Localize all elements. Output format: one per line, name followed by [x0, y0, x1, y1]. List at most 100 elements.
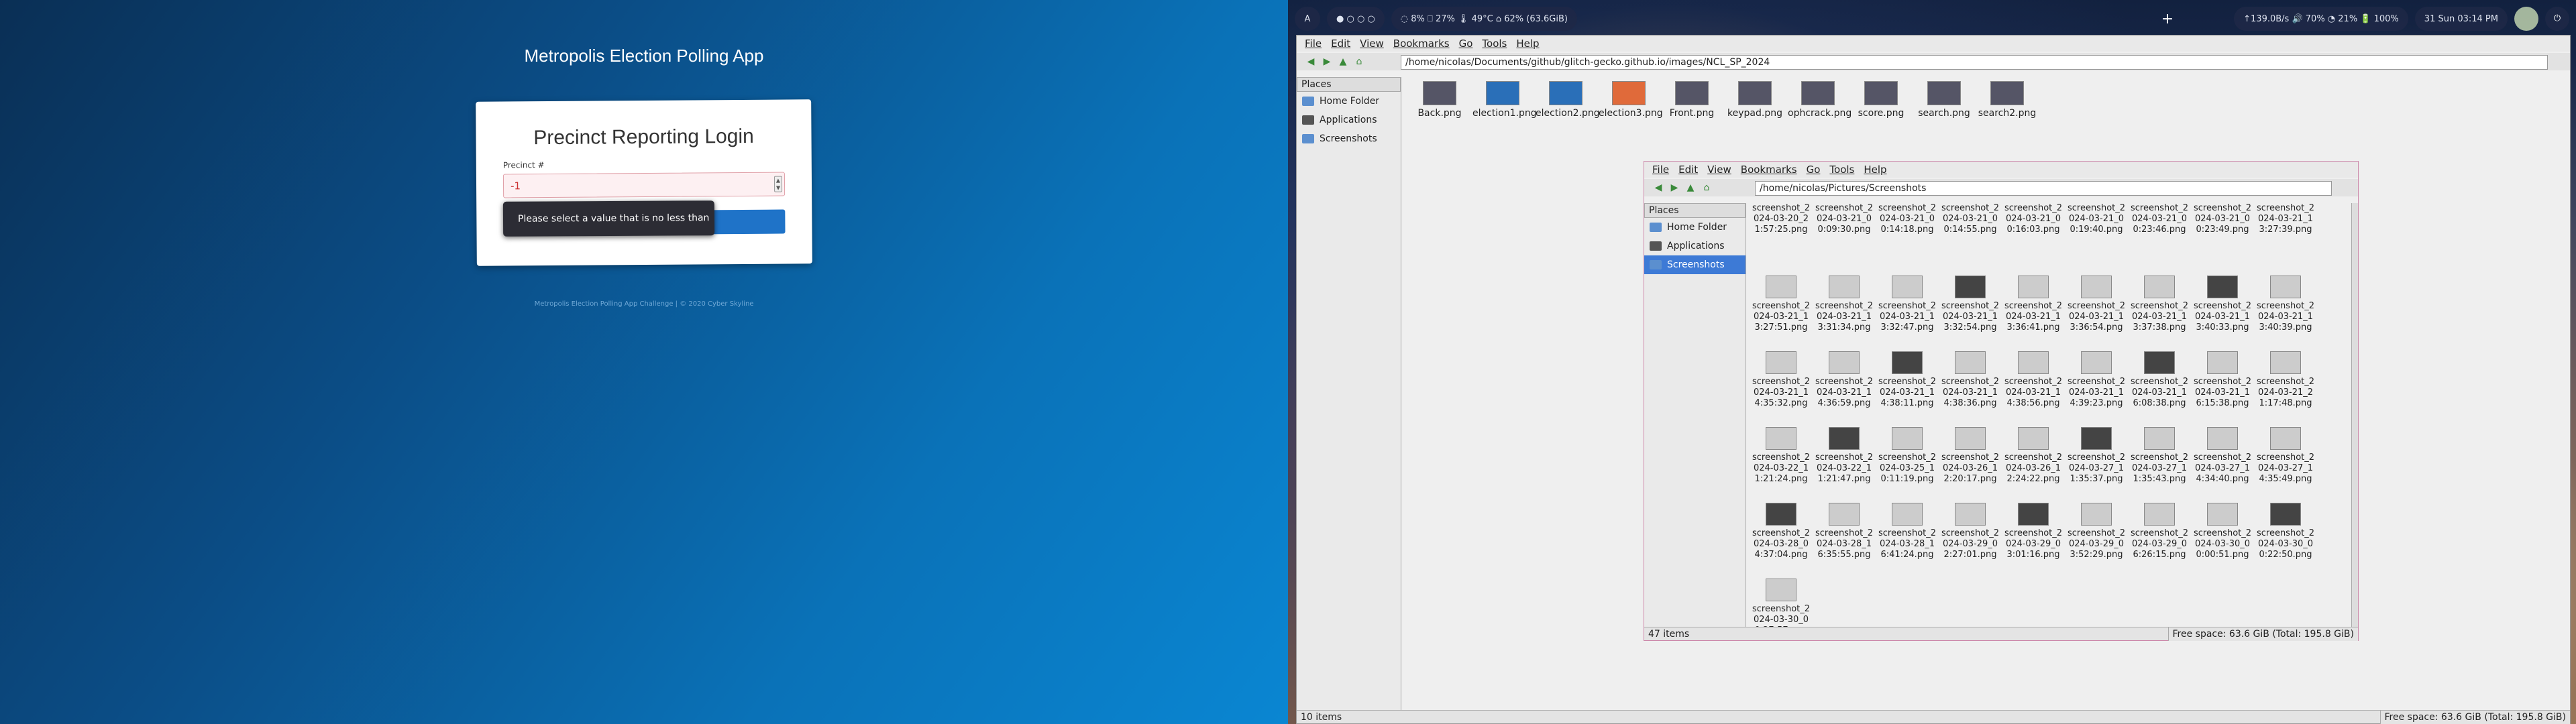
file-item[interactable]: screenshot_2 024-03-22_1 1:21:47.png	[1813, 427, 1875, 485]
sidebar-item-home[interactable]: Home Folder	[1297, 92, 1401, 111]
file-item[interactable]: screenshot_2 024-03-27_1 1:35:43.png	[2129, 427, 2190, 485]
file-item[interactable]: screenshot_2 024-03-21_1 4:38:56.png	[2002, 351, 2064, 409]
file-item[interactable]: screenshot_2 024-03-29_0 2:27:01.png	[1939, 503, 2001, 560]
spinner-icon[interactable]: ▲ ▼	[773, 176, 783, 192]
sidebar-item-screenshots[interactable]: Screenshots	[1644, 255, 1746, 274]
file-item[interactable]: screenshot_2 024-03-28_0 4:37:04.png	[1750, 503, 1812, 560]
back-icon[interactable]: ◀	[1652, 182, 1664, 194]
add-icon[interactable]: +	[2161, 11, 2174, 27]
file-item[interactable]: screenshot_2 024-03-21_1 6:08:38.png	[2129, 351, 2190, 409]
file-item[interactable]: screenshot_2 024-03-29_0 3:52:29.png	[2065, 503, 2127, 560]
file-item[interactable]: screenshot_2 024-03-21_1 4:38:11.png	[1876, 351, 1938, 409]
forward-icon[interactable]: ▶	[1668, 182, 1680, 194]
menu-tools[interactable]: Tools	[1829, 164, 1854, 176]
menu-view[interactable]: View	[1360, 38, 1384, 50]
up-icon[interactable]: ▲	[1337, 56, 1349, 68]
sidebar-item-screenshots[interactable]: Screenshots	[1297, 129, 1401, 148]
file-item[interactable]: screenshot_2 024-03-21_1 3:36:54.png	[2065, 276, 2127, 333]
power-icon[interactable]: ⏻	[2545, 7, 2569, 31]
file-item[interactable]: screenshot_2 024-03-21_2 1:17:48.png	[2255, 351, 2316, 409]
file-item[interactable]: Front.png	[1662, 81, 1722, 119]
file-item[interactable]: search2.png	[1977, 81, 2037, 119]
file-item[interactable]: screenshot_2 024-03-21_1 3:40:39.png	[2255, 276, 2316, 333]
menu-bookmarks[interactable]: Bookmarks	[1393, 38, 1450, 50]
path-input[interactable]: /home/nicolas/Documents/github/glitch-ge…	[1401, 55, 2548, 70]
menu-edit[interactable]: Edit	[1678, 164, 1698, 176]
avatar[interactable]	[2514, 7, 2538, 31]
file-item[interactable]: keypad.png	[1725, 81, 1785, 119]
file-item[interactable]: screenshot_2 024-03-21_0 0:23:46.png	[2129, 203, 2190, 235]
file-item[interactable]: screenshot_2 024-03-27_1 4:34:40.png	[2192, 427, 2253, 485]
file-item[interactable]: screenshot_2 024-03-29_0 6:26:15.png	[2129, 503, 2190, 560]
file-item[interactable]: search.png	[1914, 81, 1974, 119]
file-item[interactable]: screenshot_2 024-03-21_1 3:37:38.png	[2129, 276, 2190, 333]
file-item[interactable]: screenshot_2 024-03-21_0 0:14:55.png	[1939, 203, 2001, 235]
file-item[interactable]: screenshot_2 024-03-21_1 3:36:41.png	[2002, 276, 2064, 333]
file-item[interactable]: screenshot_2 024-03-21_1 6:15:38.png	[2192, 351, 2253, 409]
file-item[interactable]: screenshot_2 024-03-21_1 3:27:39.png	[2255, 203, 2316, 235]
file-item[interactable]: screenshot_2 024-03-29_0 3:01:16.png	[2002, 503, 2064, 560]
status-bar: 10 items Free space: 63.6 GiB (Total: 19…	[1297, 710, 2570, 724]
places-header[interactable]: Places	[1644, 203, 1746, 218]
menu-go[interactable]: Go	[1459, 38, 1473, 50]
home-icon[interactable]: ⌂	[1353, 56, 1365, 68]
file-item[interactable]: screenshot_2 024-03-21_1 3:40:33.png	[2192, 276, 2253, 333]
menu-help[interactable]: Help	[1516, 38, 1539, 50]
precinct-input[interactable]: -1	[502, 172, 786, 198]
file-item[interactable]: screenshot_2 024-03-25_1 0:11:19.png	[1876, 427, 1938, 485]
menu-help[interactable]: Help	[1864, 164, 1886, 176]
sidebar-item-home[interactable]: Home Folder	[1644, 218, 1746, 237]
file-item[interactable]: screenshot_2 024-03-30_0 0:22:50.png	[2255, 503, 2316, 560]
file-item[interactable]: screenshot_2 024-03-21_0 0:14:18.png	[1876, 203, 1938, 235]
scrollbar[interactable]	[2351, 203, 2358, 627]
file-item[interactable]: screenshot_2 024-03-20_2 1:57:25.png	[1750, 203, 1812, 235]
file-item[interactable]: screenshot_2 024-03-28_1 6:35:55.png	[1813, 503, 1875, 560]
menu-file[interactable]: File	[1652, 164, 1669, 176]
file-item[interactable]: screenshot_2 024-03-26_1 2:20:17.png	[1939, 427, 2001, 485]
file-item[interactable]: screenshot_2 024-03-21_1 4:36:59.png	[1813, 351, 1875, 409]
home-icon[interactable]: ⌂	[1701, 182, 1713, 194]
file-item[interactable]: ophcrack.png	[1788, 81, 1851, 119]
file-item[interactable]: screenshot_2 024-03-27_1 4:35:49.png	[2255, 427, 2316, 485]
file-item[interactable]: screenshot_2 024-03-21_1 3:27:51.png	[1750, 276, 1812, 333]
menu-bookmarks[interactable]: Bookmarks	[1741, 164, 1797, 176]
sidebar-item-applications[interactable]: Applications	[1644, 237, 1746, 255]
file-item[interactable]: Back.png	[1409, 81, 1470, 119]
menu-file[interactable]: File	[1305, 38, 1322, 50]
file-name-line: 3:52:29.png	[2070, 550, 2123, 560]
file-item[interactable]: election1.png	[1472, 81, 1537, 119]
file-item[interactable]: screenshot_2 024-03-21_0 0:23:49.png	[2192, 203, 2253, 235]
file-item[interactable]: election2.png	[1536, 81, 1600, 119]
file-item[interactable]: screenshot_2 024-03-21_1 4:35:32.png	[1750, 351, 1812, 409]
launcher-icon[interactable]: A	[1295, 7, 1320, 31]
file-item[interactable]: screenshot_2 024-03-21_1 3:31:34.png	[1813, 276, 1875, 333]
path-input[interactable]: /home/nicolas/Pictures/Screenshots	[1755, 181, 2332, 196]
image-icon	[1829, 276, 1860, 298]
menu-tools[interactable]: Tools	[1482, 38, 1507, 50]
file-item[interactable]: screenshot_2 024-03-26_1 2:24:22.png	[2002, 427, 2064, 485]
menu-go[interactable]: Go	[1807, 164, 1821, 176]
file-item[interactable]: screenshot_2 024-03-21_1 4:39:23.png	[2065, 351, 2127, 409]
file-item[interactable]: screenshot_2 024-03-21_1 3:32:54.png	[1939, 276, 2001, 333]
file-item[interactable]: screenshot_2 024-03-30_0 0:00:51.png	[2192, 503, 2253, 560]
up-icon[interactable]: ▲	[1684, 182, 1697, 194]
file-item[interactable]: screenshot_2 024-03-27_1 1:35:37.png	[2065, 427, 2127, 485]
file-item[interactable]: screenshot_2 024-03-21_0 0:09:30.png	[1813, 203, 1875, 235]
workspace-dots[interactable]: ● ○ ○ ○	[1327, 7, 1385, 31]
places-header[interactable]: Places	[1297, 77, 1401, 92]
file-item[interactable]: screenshot_2 024-03-21_1 3:32:47.png	[1876, 276, 1938, 333]
file-item[interactable]: screenshot_2 024-03-21_0 0:19:40.png	[2065, 203, 2127, 235]
file-item[interactable]: screenshot_2 024-03-21_0 0:16:03.png	[2002, 203, 2064, 235]
file-item[interactable]: screenshot_2024-03-30_00:27:57.png	[1750, 579, 1812, 627]
menu-view[interactable]: View	[1707, 164, 1731, 176]
file-name-line: 1:17:48.png	[2259, 398, 2312, 408]
file-item[interactable]: screenshot_2 024-03-22_1 1:21:24.png	[1750, 427, 1812, 485]
menu-edit[interactable]: Edit	[1331, 38, 1350, 50]
file-item[interactable]: screenshot_2 024-03-21_1 4:38:36.png	[1939, 351, 2001, 409]
file-item[interactable]: score.png	[1851, 81, 1911, 119]
sidebar-item-applications[interactable]: Applications	[1297, 111, 1401, 129]
file-item[interactable]: election3.png	[1599, 81, 1663, 119]
forward-icon[interactable]: ▶	[1321, 56, 1333, 68]
file-item[interactable]: screenshot_2 024-03-28_1 6:41:24.png	[1876, 503, 1938, 560]
back-icon[interactable]: ◀	[1305, 56, 1317, 68]
